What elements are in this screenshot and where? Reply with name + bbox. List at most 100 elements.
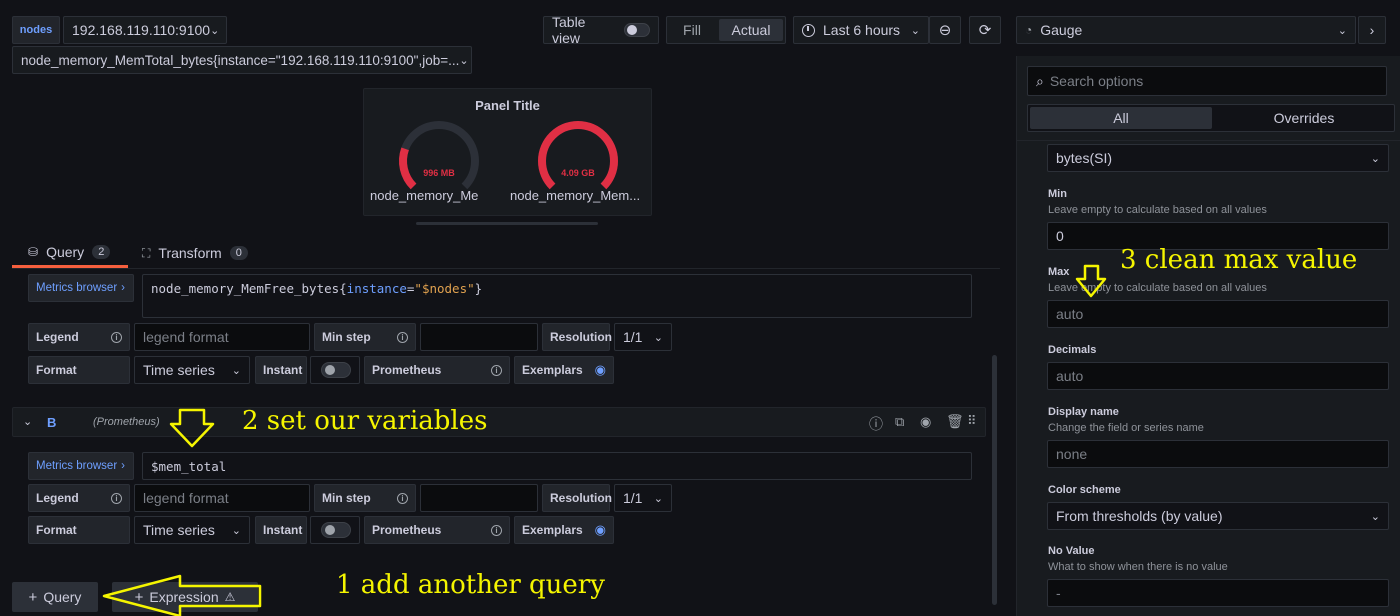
metrics-browser-label: Metrics browser <box>36 282 118 294</box>
info-icon: i <box>111 331 122 343</box>
eye-icon[interactable]: ◉ <box>595 362 606 378</box>
format-label-a: Format <box>28 356 130 384</box>
min-step-label-b: Min step i <box>314 484 416 512</box>
time-range-label: Last 6 hours <box>823 22 901 38</box>
resolution-select-a[interactable]: 1/1 ⌄ <box>614 323 672 351</box>
visualization-picker[interactable]: ◔ Gauge ⌄ <box>1016 16 1356 44</box>
max-label: Max <box>1048 266 1070 278</box>
instant-switch-b[interactable] <box>310 516 360 544</box>
zoom-out-button[interactable]: ⊖ <box>929 16 961 44</box>
tab-transform[interactable]: ⛶ Transform 0 <box>142 238 262 268</box>
help-icon[interactable]: ⓘ <box>869 414 883 434</box>
max-input[interactable]: auto <box>1047 300 1389 328</box>
unit-select[interactable]: bytes(SI) ⌄ <box>1047 144 1389 172</box>
collapse-options-button[interactable]: › <box>1358 16 1386 44</box>
no-value-input[interactable]: - <box>1047 579 1389 607</box>
resolution-text: Resolution <box>550 491 612 505</box>
info-icon: i <box>491 524 502 536</box>
search-placeholder: Search options <box>1049 73 1144 89</box>
legend-input-a[interactable]: legend format <box>134 323 310 351</box>
actual-button[interactable]: Actual <box>719 19 783 41</box>
metrics-browser-label: Metrics browser <box>36 460 118 472</box>
warning-icon: ⚠ <box>224 590 236 604</box>
min-step-text: Min step <box>322 330 371 344</box>
format-value: Time series <box>143 522 215 538</box>
metrics-browser-button-a[interactable]: Metrics browser › <box>28 274 134 302</box>
variable-select[interactable]: 192.168.119.110:9100 ⌄ <box>63 16 227 44</box>
color-scheme-value: From thresholds (by value) <box>1056 508 1223 524</box>
plus-icon: + <box>28 588 38 606</box>
tab-query-label: Query <box>46 243 85 260</box>
table-view-switch[interactable] <box>623 23 650 37</box>
instant-switch-a[interactable] <box>310 356 360 384</box>
min-step-input-b[interactable] <box>420 484 538 512</box>
resolution-value: 1/1 <box>623 329 643 345</box>
legend-label-text: Legend <box>36 330 79 344</box>
exemplars-text: Exemplars <box>522 363 583 377</box>
chevron-down-icon: ⌄ <box>231 364 241 377</box>
exemplars-label-a[interactable]: Exemplars ◉ <box>514 356 614 384</box>
transform-icon: ⛶ <box>142 245 151 260</box>
decimals-input[interactable]: auto <box>1047 362 1389 390</box>
query-a-editor[interactable]: node_memory_MemFree_bytes{instance = "$nod… <box>142 274 972 318</box>
unit-value: bytes(SI) <box>1056 150 1113 166</box>
duplicate-icon[interactable]: ⧉ <box>895 414 904 430</box>
query-b-editor[interactable]: $mem_total <box>142 452 972 480</box>
gauge-value-arc-1 <box>399 147 417 190</box>
query-scrollbar[interactable] <box>992 355 997 605</box>
prometheus-text: Prometheus <box>372 363 442 377</box>
gauge-icon: ◔ <box>1025 23 1033 37</box>
color-scheme-select[interactable]: From thresholds (by value) ⌄ <box>1047 502 1389 530</box>
exemplars-label-b[interactable]: Exemplars ◉ <box>514 516 614 544</box>
panel-resize-handle[interactable] <box>416 222 598 225</box>
min-step-input-a[interactable] <box>420 323 538 351</box>
series-select[interactable]: node_memory_MemTotal_bytes{instance="192… <box>12 46 472 74</box>
format-text: Format <box>36 363 77 377</box>
database-icon: ⛁ <box>28 244 39 259</box>
no-value-placeholder: - <box>1056 585 1061 601</box>
gauge-label-2: node_memory_Mem... <box>510 188 641 203</box>
resolution-text: Resolution <box>550 330 612 344</box>
search-options-input[interactable]: ⌕ Search options <box>1027 66 1387 96</box>
info-icon: i <box>491 364 502 376</box>
zoom-out-icon: ⊖ <box>938 22 952 39</box>
tab-query[interactable]: ⛁ Query 2 <box>12 238 128 268</box>
eye-icon[interactable]: ◉ <box>595 522 606 538</box>
collapse-query-b-icon[interactable]: ⌄ <box>23 415 32 428</box>
add-expression-button[interactable]: + Expression ⚠ <box>112 582 258 612</box>
annotation-3: 3 clean max value <box>1120 245 1358 275</box>
tab-query-count: 2 <box>92 244 111 259</box>
table-view-toggle[interactable]: Table view <box>543 14 659 46</box>
format-label-b: Format <box>28 516 130 544</box>
add-query-button[interactable]: + Query <box>12 582 98 612</box>
chevron-down-icon: ⌄ <box>1370 510 1380 523</box>
time-range-picker[interactable]: Last 6 hours ⌄ <box>793 16 929 44</box>
refresh-button[interactable]: ⟳ <box>969 16 1001 44</box>
legend-label-a: Legend i <box>28 323 130 351</box>
legend-input-b[interactable]: legend format <box>134 484 310 512</box>
legend-label-text: Legend <box>36 491 79 505</box>
trash-icon[interactable]: 🗑 <box>946 413 964 430</box>
resolution-select-b[interactable]: 1/1 ⌄ <box>614 484 672 512</box>
query-a-eq: = <box>406 281 415 296</box>
no-value-label: No Value <box>1048 545 1095 557</box>
chevron-right-icon: › <box>121 282 125 294</box>
eye-icon[interactable]: ◉ <box>920 414 931 430</box>
display-name-input[interactable]: none <box>1047 440 1389 468</box>
info-icon: i <box>397 331 408 343</box>
fill-button[interactable]: Fill <box>667 17 717 43</box>
tab-all[interactable]: All <box>1030 107 1212 129</box>
min-value: 0 <box>1056 228 1064 244</box>
format-select-a[interactable]: Time series ⌄ <box>134 356 250 384</box>
drag-handle-icon[interactable]: ⠿ <box>967 413 977 429</box>
metrics-browser-button-b[interactable]: Metrics browser › <box>28 452 134 480</box>
resolution-label-b: Resolution <box>542 484 612 512</box>
format-value: Time series <box>143 362 215 378</box>
display-name-description: Change the field or series name <box>1048 422 1204 434</box>
options-divider <box>1017 140 1400 141</box>
series-select-value: node_memory_MemTotal_bytes{instance="192… <box>21 52 460 68</box>
annotation-2: 2 set our variables <box>242 406 488 436</box>
chevron-right-icon: › <box>121 460 125 472</box>
tab-overrides[interactable]: Overrides <box>1214 105 1394 131</box>
format-select-b[interactable]: Time series ⌄ <box>134 516 250 544</box>
